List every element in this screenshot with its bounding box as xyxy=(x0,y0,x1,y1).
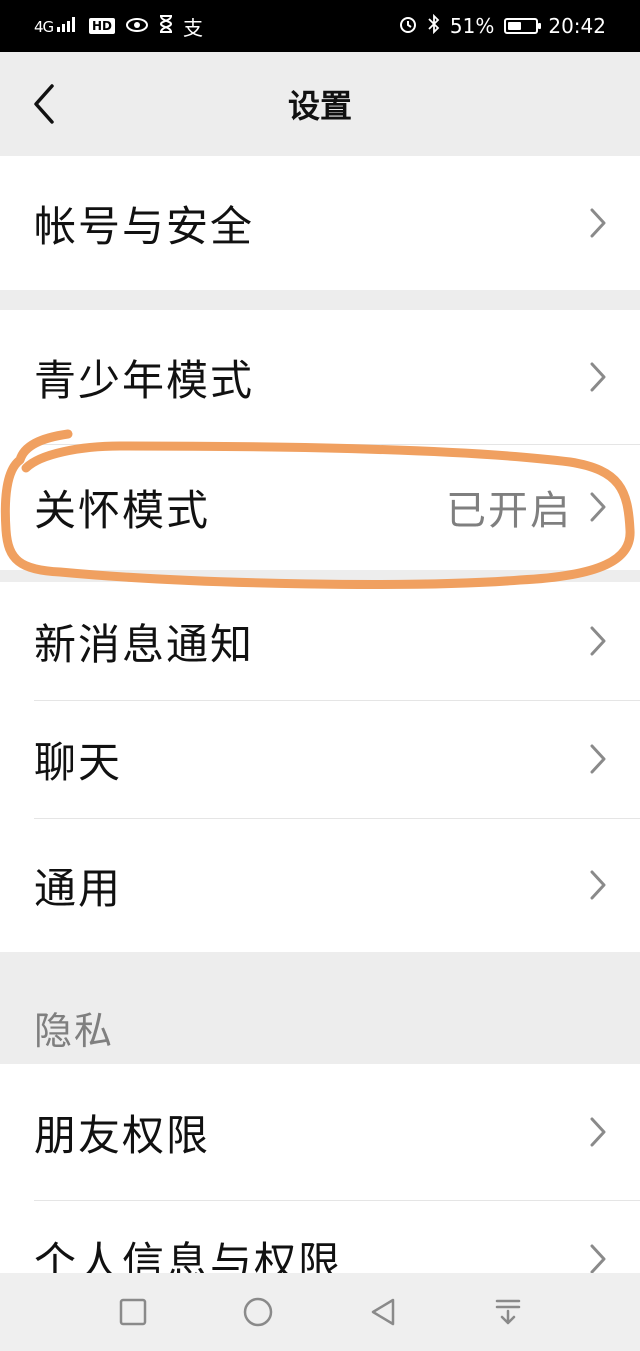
home-button[interactable] xyxy=(234,1288,282,1336)
chevron-right-icon xyxy=(590,492,606,522)
bluetooth-icon xyxy=(428,13,440,39)
row-label: 青少年模式 xyxy=(34,355,255,405)
row-general[interactable]: 通用 xyxy=(0,818,640,952)
system-nav-bar xyxy=(0,1273,640,1351)
chevron-right-icon xyxy=(590,1244,606,1274)
chevron-right-icon xyxy=(590,870,606,900)
nav-bar: 设置 xyxy=(0,52,640,156)
row-label: 关怀模式 xyxy=(34,485,211,535)
chevron-right-icon xyxy=(590,744,606,774)
page-title: 设置 xyxy=(287,87,352,125)
pull-down-icon xyxy=(495,1299,520,1325)
mode-group: 青少年模式 关怀模式 已开启 xyxy=(0,310,640,570)
account-group: 帐号与安全 xyxy=(0,156,640,290)
battery-percent: 51% xyxy=(449,14,495,38)
recents-button[interactable] xyxy=(109,1288,157,1336)
row-youth-mode[interactable]: 青少年模式 xyxy=(0,310,640,444)
row-friend-permissions[interactable]: 朋友权限 xyxy=(0,1064,640,1200)
chevron-right-icon xyxy=(590,208,606,238)
row-label: 帐号与安全 xyxy=(34,201,255,251)
row-chat[interactable]: 聊天 xyxy=(0,700,640,818)
main-group: 新消息通知 聊天 通用 xyxy=(0,582,640,952)
circle-icon xyxy=(243,1297,272,1327)
signal-icon: 4G xyxy=(34,16,79,36)
clock: 20:42 xyxy=(548,14,606,38)
battery-icon xyxy=(504,18,542,34)
status-right: 51% 20:42 xyxy=(398,13,606,39)
hd-icon: HD xyxy=(88,18,115,34)
battery-fill xyxy=(508,22,522,30)
row-label: 通用 xyxy=(34,863,123,913)
square-icon xyxy=(119,1298,146,1326)
triangle-back-icon xyxy=(371,1298,394,1326)
row-account-security[interactable]: 帐号与安全 xyxy=(0,156,640,290)
care-mode-status: 已开启 xyxy=(446,488,572,534)
page-title-wrap: 设置 xyxy=(0,52,640,156)
row-label: 朋友权限 xyxy=(34,1110,211,1160)
back-button[interactable] xyxy=(22,82,66,126)
chevron-left-icon xyxy=(34,84,54,124)
back-nav-button[interactable] xyxy=(359,1288,407,1336)
row-label: 聊天 xyxy=(34,737,123,787)
chevron-right-icon xyxy=(590,362,606,392)
eye-icon xyxy=(125,14,149,38)
section-header-privacy: 隐私 xyxy=(34,1009,115,1053)
status-bar: 4G HD 支 51% 20:42 xyxy=(0,0,640,52)
chevron-right-icon xyxy=(590,1117,606,1147)
notification-shade-button[interactable] xyxy=(484,1288,532,1336)
hourglass-icon xyxy=(159,14,173,38)
row-care-mode[interactable]: 关怀模式 已开启 xyxy=(0,444,640,570)
alipay-icon: 支 xyxy=(182,15,203,40)
network-type: 4G xyxy=(34,18,54,36)
alarm-icon xyxy=(398,14,418,39)
row-new-message-notification[interactable]: 新消息通知 xyxy=(0,582,640,700)
status-left: 4G HD 支 xyxy=(34,12,203,41)
chevron-right-icon xyxy=(590,626,606,656)
row-label: 新消息通知 xyxy=(34,619,255,669)
